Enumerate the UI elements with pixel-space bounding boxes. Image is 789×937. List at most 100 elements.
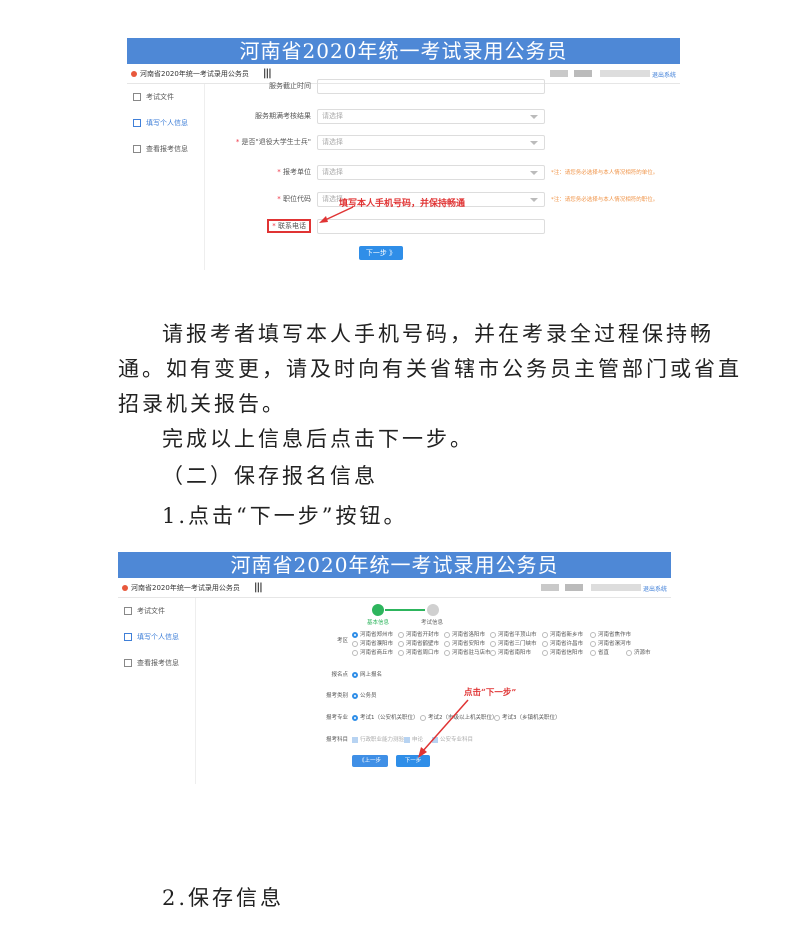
- exam-point-label: 报名点: [331, 672, 348, 678]
- view-icon: [124, 659, 132, 667]
- sidebar: 考试文件 填写个人信息 查看报考信息: [127, 84, 205, 270]
- sidebar-item-personal-info[interactable]: 填写个人信息: [118, 624, 195, 650]
- progress-steps: 基本信息 考试信息: [365, 604, 455, 630]
- paragraph1-line1: 请报考者填写本人手机号码，并在考录全过程保持畅: [162, 322, 714, 346]
- form-screenshot-1: 河南省2020年统一考试录用公务员 河南省2020年统一考试录用公务员 ||| …: [127, 38, 680, 270]
- region-option[interactable]: 河南省洛阳市: [444, 630, 485, 638]
- sidebar-label: 查看报考信息: [146, 145, 188, 153]
- region-option[interactable]: 河南省安阳市: [444, 639, 485, 647]
- region-option[interactable]: 河南省三门峡市: [490, 639, 537, 647]
- chevron-down-icon: [530, 114, 538, 119]
- sidebar: 考试文件 填写个人信息 查看报考信息: [118, 598, 196, 784]
- logo-icon: [131, 70, 137, 77]
- step1-text: 1.点击“下一步”按钮。: [162, 504, 408, 528]
- chevron-down-icon: [530, 170, 538, 175]
- file-icon: [124, 607, 132, 615]
- region-option[interactable]: 河南省焦作市: [590, 630, 631, 638]
- sidebar-item-exam-files[interactable]: 考试文件: [118, 598, 195, 624]
- category-label: 报考类别: [325, 693, 348, 699]
- region-option[interactable]: 河南省平顶山市: [490, 630, 537, 638]
- exam-point-option[interactable]: 网上报名: [352, 670, 382, 678]
- step-label-exam: 考试信息: [421, 620, 444, 626]
- paragraph2: 完成以上信息后点击下一步。: [162, 427, 474, 451]
- region-option[interactable]: 河南省濮阳市: [352, 639, 393, 647]
- region-option[interactable]: 河南省新乡市: [542, 630, 583, 638]
- sidebar-label: 查看报考信息: [137, 659, 179, 667]
- form-row-veteran: * 是否"退役大学生士兵" 请选择: [205, 134, 545, 150]
- region-option[interactable]: 河南省南阳市: [490, 648, 531, 656]
- logo-icon: [122, 584, 128, 591]
- app-name: 河南省2020年统一考试录用公务员: [140, 69, 249, 78]
- region-option[interactable]: 济源市: [626, 648, 651, 656]
- subjects-label: 报考科目: [325, 737, 348, 743]
- region-group: 考区 河南省郑州市 河南省开封市 河南省洛阳市 河南省平顶山市 河南省新乡市 河…: [308, 631, 668, 668]
- menu-icon[interactable]: |||: [254, 582, 263, 593]
- region-option[interactable]: 河南省郑州市: [352, 630, 393, 638]
- region-option[interactable]: 河南省开封市: [398, 630, 439, 638]
- field-label: * 联系电话: [205, 219, 317, 233]
- region-option[interactable]: 河南省驻马店市: [444, 648, 491, 656]
- region-option[interactable]: 河南省商丘市: [352, 648, 393, 656]
- major-label: 报考专业: [325, 715, 348, 721]
- step-done-icon: [372, 604, 384, 616]
- edit-icon: [124, 633, 132, 641]
- user-info-blurred: [541, 584, 641, 591]
- sidebar-item-view-info[interactable]: 查看报考信息: [127, 136, 204, 162]
- sidebar-label: 考试文件: [137, 607, 165, 615]
- service-end-input[interactable]: [317, 78, 545, 94]
- major-option[interactable]: 考试1（公安机关职位）: [352, 713, 419, 721]
- sidebar-item-exam-files[interactable]: 考试文件: [127, 84, 204, 110]
- field-label: * 报考单位: [277, 168, 311, 176]
- personal-info-form: 服务截止时间 服务期满考核结果 请选择 * 是否"退役大学生士兵" 请选择 * …: [205, 78, 680, 270]
- region-option[interactable]: 河南省信阳市: [542, 648, 583, 656]
- unit-hint: *注：请您务必选择与本人情况相符的单位。: [551, 170, 659, 176]
- app-name: 河南省2020年统一考试录用公务员: [131, 583, 240, 592]
- sidebar-item-personal-info[interactable]: 填写个人信息: [127, 110, 204, 136]
- user-info-blurred: [550, 70, 650, 77]
- form-row-service-end: 服务截止时间: [205, 78, 545, 94]
- section-heading: （二）保存报名信息: [162, 464, 378, 488]
- region-option[interactable]: 河南省鹤壁市: [398, 639, 439, 647]
- select-placeholder: 请选择: [322, 111, 343, 120]
- form-row-phone: * 联系电话: [205, 218, 545, 234]
- field-label: * 是否"退役大学生士兵": [235, 138, 311, 146]
- banner-title: 河南省2020年统一考试录用公务员: [118, 552, 671, 578]
- form-row-unit: * 报考单位 请选择 *注：请您务必选择与本人情况相符的单位。: [205, 164, 658, 180]
- region-option[interactable]: 河南省周口市: [398, 648, 439, 656]
- exam-point-row: 报名点 网上报名: [308, 670, 508, 680]
- exit-link[interactable]: 退出系统: [643, 584, 667, 593]
- field-label: 服务截止时间: [269, 82, 311, 90]
- unit-select[interactable]: 请选择: [317, 164, 545, 180]
- assessment-select[interactable]: 请选择: [317, 108, 545, 124]
- paragraph1-line2: 通。如有变更，请及时向有关省辖市公务员主管部门或省直: [118, 357, 742, 381]
- select-placeholder: 请选择: [322, 167, 343, 176]
- annotation-phone: 填写本人手机号码，并保持畅通: [339, 199, 466, 209]
- annotation-arrow-icon: [319, 206, 354, 223]
- file-icon: [133, 93, 141, 101]
- field-label: 服务期满考核结果: [255, 112, 311, 120]
- banner-title: 河南省2020年统一考试录用公务员: [127, 38, 680, 64]
- step2-text: 2.保存信息: [162, 886, 285, 910]
- sidebar-item-view-info[interactable]: 查看报考信息: [118, 650, 195, 676]
- step-label-basic: 基本信息: [367, 620, 390, 626]
- annotation-next: 点击“下一步”: [464, 688, 517, 698]
- select-placeholder: 请选择: [322, 137, 343, 146]
- phone-label-highlight: * 联系电话: [267, 219, 311, 233]
- exit-link[interactable]: 退出系统: [652, 70, 676, 79]
- region-label: 考区: [336, 638, 348, 644]
- sidebar-label: 填写个人信息: [137, 633, 179, 641]
- chevron-down-icon: [530, 197, 538, 202]
- view-icon: [133, 145, 141, 153]
- prev-button[interactable]: 《上一步: [352, 755, 388, 767]
- step-connector: [385, 609, 425, 611]
- next-button[interactable]: 下一步 》: [359, 246, 403, 260]
- region-option[interactable]: 河南省许昌市: [542, 639, 583, 647]
- major-option[interactable]: 考试3（乡镇机关职位）: [494, 713, 561, 721]
- paragraph1-line3: 招录机关报告。: [118, 392, 286, 416]
- sidebar-label: 考试文件: [146, 93, 174, 101]
- region-option[interactable]: 河南省漯河市: [590, 639, 631, 647]
- subject-checkbox[interactable]: 行政职业能力测验: [352, 735, 404, 743]
- veteran-select[interactable]: 请选择: [317, 134, 545, 150]
- category-option[interactable]: 公务员: [352, 691, 377, 699]
- region-option[interactable]: 省直: [590, 648, 609, 656]
